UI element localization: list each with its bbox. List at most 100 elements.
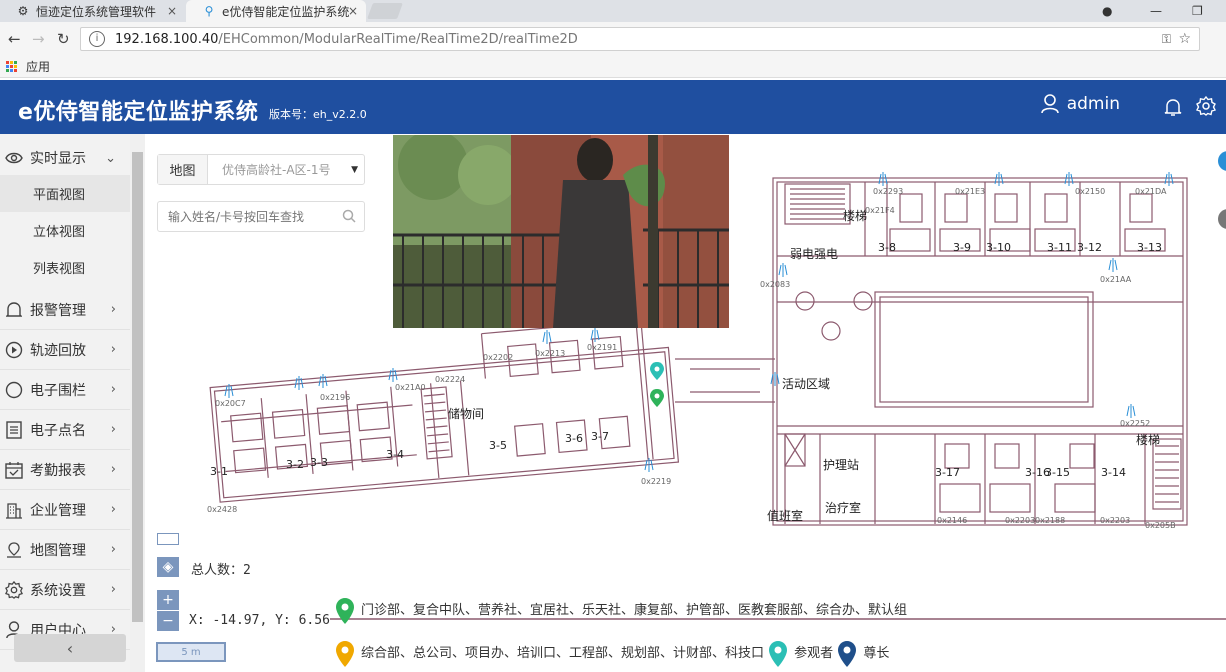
close-icon[interactable]: × [348, 4, 358, 18]
sidebar-collapse-button[interactable]: ‹ [14, 634, 126, 662]
anchor-id: 0x2196 [320, 393, 350, 402]
back-icon[interactable]: ← [8, 30, 21, 48]
scrollbar-thumb[interactable] [132, 152, 143, 622]
browser-tab-1[interactable]: ⚙ 恒迹定位系统管理软件 × [0, 0, 185, 22]
map-pin-icon [336, 641, 354, 667]
playback-icon [4, 340, 24, 360]
anchor-id: 0x2203 [1100, 516, 1130, 525]
sidebar-item-realtime[interactable]: 实时显示 ⌄ [0, 138, 130, 178]
sidebar-item-label: 考勤报表 [30, 462, 86, 479]
user-menu[interactable]: admin [1040, 94, 1120, 114]
chevron-right-icon: › [110, 382, 116, 397]
circle-icon [4, 380, 24, 400]
map-area[interactable]: 3-1 3-2 3-3 3-4 储物间 3-5 3-6 3-7 楼梯 3-8 3… [145, 134, 1226, 672]
star-icon[interactable]: ☆ [1178, 31, 1191, 47]
sidebar-subitem-3d-view[interactable]: 立体视图 [0, 212, 130, 249]
legend-text: 综合部、总公司、项目办、培训口、工程部、规划部、计财部、科技口 [361, 646, 765, 661]
chevron-right-icon: › [110, 422, 116, 437]
ruler-icon[interactable] [157, 533, 179, 545]
sidebar-item-attendance[interactable]: 考勤报表 › [0, 450, 130, 490]
chevron-right-icon: › [110, 462, 116, 477]
search-icon[interactable] [342, 209, 356, 223]
room-label: 3-15 [1045, 466, 1070, 479]
video-feed[interactable] [393, 135, 729, 328]
room-label: 治疗室 [825, 500, 861, 515]
anchor-id: 0x21A0 [395, 383, 426, 392]
sidebar-item-rollcall[interactable]: 电子点名 › [0, 410, 130, 450]
sidebar-item-system-settings[interactable]: 系统设置 › [0, 570, 130, 610]
key-icon[interactable]: ⚿ [1162, 32, 1171, 47]
room-label: 储物间 [448, 406, 484, 421]
anchor-id: 0x20C7 [215, 399, 246, 408]
info-icon[interactable]: i [89, 31, 105, 47]
map-pin-icon [4, 540, 24, 560]
anchor-id: 0x2219 [641, 477, 671, 486]
anchor-id: 0x21DA [1135, 187, 1167, 196]
sidebar-subitem-plan-view[interactable]: 平面视图 [0, 175, 130, 212]
room-label: 护理站 [823, 458, 859, 472]
bell-icon[interactable] [1164, 97, 1182, 117]
building-icon [4, 500, 24, 520]
zoom-in-button[interactable]: + [157, 590, 179, 610]
search-box [157, 201, 365, 232]
sidebar-item-alarm[interactable]: 报警管理 › [0, 290, 130, 330]
sidebar-item-label: 地图管理 [30, 542, 86, 559]
username: admin [1066, 94, 1120, 114]
video-frame [393, 135, 729, 328]
app-title: e优侍智能定位监护系统 [18, 100, 259, 125]
new-tab-button[interactable] [367, 3, 403, 19]
map-selector[interactable]: 地图 优侍高龄社-A区-1号 ▼ [157, 154, 365, 185]
legend-text: 门诊部、复合中队、营养社、宜居社、乐天社、康复部、护管部、医教套服部、综合办、默… [361, 603, 908, 618]
legend-item-elder: 尊长 [837, 638, 889, 670]
browser-tab-bar: ⚙ 恒迹定位系统管理软件 × ⚲ e优侍智能定位监护系统 × ● — ❐ [0, 0, 1226, 22]
room-label: 3-3 [310, 456, 328, 469]
tab-title: e优侍智能定位监护系统 [222, 4, 350, 19]
person-marker[interactable] [650, 389, 664, 407]
sidebar-scrollbar[interactable] [130, 134, 145, 672]
gear-icon: ⚙ [17, 4, 29, 18]
legend-item-visitor: 参观者 [768, 638, 833, 670]
sidebar-item-fence[interactable]: 电子围栏 › [0, 370, 130, 410]
maximize-button[interactable]: ❐ [1192, 0, 1203, 22]
account-icon[interactable]: ● [1102, 0, 1112, 22]
version-label: 版本号：eh_v2.2.0 [269, 108, 367, 121]
total-label: 总人数： [191, 563, 244, 578]
settings-gear-icon[interactable] [1196, 96, 1216, 116]
sidebar-item-enterprise[interactable]: 企业管理 › [0, 490, 130, 530]
total-value: 2 [243, 563, 251, 578]
anchor-id: 0x21F4 [865, 206, 895, 215]
sidebar-subitem-list-view[interactable]: 列表视图 [0, 249, 130, 286]
anchor-id: 0x21AA [1100, 275, 1132, 284]
map-selector-label: 地图 [158, 155, 208, 184]
anchor-id: 0x2428 [207, 505, 237, 514]
sidebar: 实时显示 ⌄ 平面视图 立体视图 列表视图 报警管理 › 轨迹回放 › 电子围栏… [0, 134, 145, 672]
map-pin-icon [336, 598, 354, 624]
forward-icon[interactable]: → [32, 30, 45, 48]
browser-tab-2[interactable]: ⚲ e优侍智能定位监护系统 × [186, 0, 366, 22]
layer-toggle-button[interactable]: ◈ [157, 557, 179, 577]
eye-icon [4, 148, 24, 168]
scale-bar: 5 m [156, 642, 226, 662]
search-input[interactable] [158, 202, 338, 231]
sidebar-item-playback[interactable]: 轨迹回放 › [0, 330, 130, 370]
chevron-down-icon: ⌄ [105, 150, 116, 166]
sidebar-item-label: 电子点名 [30, 422, 86, 439]
user-icon [1040, 94, 1059, 114]
url-field[interactable]: i 192.168.100.40 /EHCommon/ModularRealTi… [80, 27, 1200, 51]
apps-bookmark[interactable]: 应用 [26, 58, 50, 75]
y-value: 6.56 [298, 613, 330, 628]
legend-text: 参观者 [794, 646, 834, 661]
minimize-button[interactable]: — [1150, 0, 1162, 22]
chevron-right-icon: › [110, 342, 116, 357]
anchor-id: 0x205B [1145, 521, 1176, 530]
room-label: 3-14 [1101, 466, 1126, 479]
room-label: 楼梯 [1136, 432, 1160, 447]
reload-icon[interactable]: ↻ [57, 30, 70, 48]
apps-grid-icon[interactable] [6, 60, 18, 73]
gear-icon [4, 580, 24, 600]
person-marker[interactable] [650, 362, 664, 380]
sidebar-item-map-manage[interactable]: 地图管理 › [0, 530, 130, 570]
zoom-out-button[interactable]: − [157, 611, 179, 631]
close-icon[interactable]: × [167, 4, 177, 18]
chevron-right-icon: › [110, 542, 116, 557]
